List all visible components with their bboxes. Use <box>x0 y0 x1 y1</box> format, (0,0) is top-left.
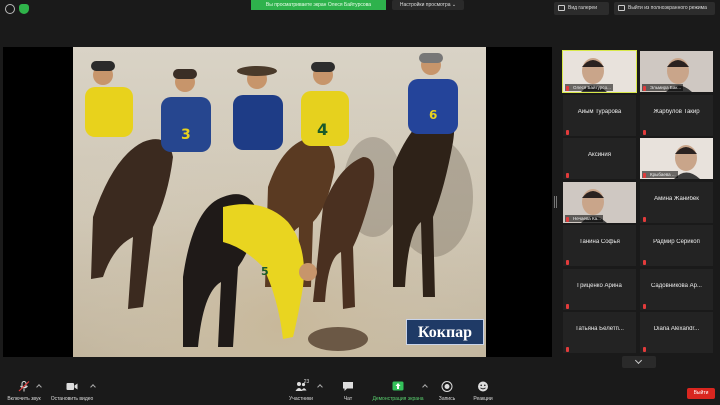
stop-video-label: Остановить видео <box>50 396 94 402</box>
participant-tile[interactable]: Diana Alexandr... <box>640 312 713 353</box>
participants-count: 23 <box>303 379 310 385</box>
chat-bubble-icon <box>343 382 353 391</box>
participant-tile[interactable]: Амина Жанибек <box>640 181 713 223</box>
muted-mic-icon <box>566 260 569 265</box>
participant-name-label: Нечаева Ка... <box>565 214 603 222</box>
chat-label: Чат <box>343 396 353 402</box>
participant-tile[interactable]: Крыбаева ... <box>640 138 713 179</box>
chat-button[interactable]: Чат <box>333 376 363 405</box>
muted-mic-icon <box>643 260 646 265</box>
svg-text:4: 4 <box>317 120 328 139</box>
gallery-view-label: Вид галереи <box>568 5 597 11</box>
share-screen-button[interactable]: Демонстрация экрана <box>368 376 428 405</box>
participant-tile[interactable]: Танина Софья <box>563 225 636 266</box>
muted-mic-icon <box>643 216 646 222</box>
participants-button[interactable]: 23 Участники <box>284 376 318 405</box>
participants-label: Участники <box>289 396 313 402</box>
shared-screen[interactable]: 3 4 6 5 Кокпар <box>3 47 552 357</box>
muted-mic-icon <box>566 347 569 352</box>
participant-tile[interactable]: Жарбулов Такир <box>640 94 713 136</box>
stop-video-button[interactable]: Остановить видео <box>48 376 96 405</box>
unmute-button[interactable]: Включить звук <box>4 376 44 405</box>
participant-tile[interactable]: Олеся Байтурсо... <box>562 50 637 93</box>
reaction-smiley-icon <box>478 381 488 392</box>
participant-name: Diana Alexandr... <box>653 326 700 332</box>
top-bar: Вы просматриваете экран Олеся Байтурсова… <box>0 0 720 18</box>
svg-text:6: 6 <box>429 108 437 122</box>
share-screen-label: Демонстрация экрана <box>372 396 424 402</box>
muted-mic-icon <box>566 303 569 309</box>
participant-name: Садовникова Ар... <box>651 282 702 289</box>
participant-tile[interactable]: Радмир Серикоп <box>640 225 713 266</box>
record-label: Запись <box>438 396 456 402</box>
mic-muted-icon <box>18 381 30 392</box>
exit-fullscreen-icon <box>618 5 625 11</box>
exit-fullscreen-label: Выйти из полноэкранного режима <box>628 5 707 11</box>
muted-mic-icon <box>643 173 646 178</box>
exit-fullscreen-button[interactable]: Выйти из полноэкранного режима <box>614 2 715 15</box>
record-button[interactable]: Запись <box>432 376 462 405</box>
reactions-label: Реакции <box>473 396 493 402</box>
gallery-view-button[interactable]: Вид галереи <box>554 2 609 15</box>
svg-text:5: 5 <box>261 265 269 278</box>
split-resize-handle[interactable] <box>554 196 557 208</box>
unmute-label: Включить звук <box>7 396 41 402</box>
muted-mic-icon <box>566 129 569 135</box>
participant-name: Радмир Серикоп <box>653 239 700 245</box>
record-icon <box>441 381 453 392</box>
presentation-slide: 3 4 6 5 Кокпар <box>73 47 486 357</box>
security-shield-icon[interactable] <box>19 4 29 14</box>
participant-tile[interactable]: Аксиния <box>563 138 636 179</box>
participant-name: Гриценко Арина <box>577 282 622 289</box>
kokpar-photo: 3 4 6 5 <box>73 47 486 357</box>
reactions-button[interactable]: Реакции <box>468 376 498 405</box>
grid-icon <box>558 5 565 11</box>
muted-mic-icon <box>566 86 569 91</box>
gallery-scroll-down-button[interactable] <box>622 356 656 368</box>
participant-name: Айым Турарова <box>577 108 622 115</box>
participant-tile[interactable]: Айым Турарова <box>563 94 636 136</box>
slide-caption: Кокпар <box>406 319 484 345</box>
leave-meeting-button[interactable]: Выйти <box>687 388 715 399</box>
participant-name-label: Эльмира Бак... <box>642 84 684 91</box>
video-camera-icon <box>66 383 78 390</box>
muted-mic-icon <box>566 173 569 178</box>
info-icon[interactable] <box>5 4 15 14</box>
share-banner: Вы просматриваете экран Олеся Байтурсова <box>251 0 386 10</box>
participant-tile[interactable]: Татьяна Белетп... <box>563 312 636 353</box>
meeting-toolbar: Включить звук Остановить видео 23 Участн… <box>0 376 720 405</box>
participant-name-label: Олеся Байтурсо... <box>565 84 613 91</box>
view-settings-button[interactable]: Настройки просмотра ⌄ <box>392 0 464 10</box>
participant-tile[interactable]: Эльмира Бак... <box>640 51 713 92</box>
participant-tile[interactable]: Гриценко Арина <box>563 268 636 310</box>
share-screen-icon <box>392 381 404 391</box>
participant-name: Татьяна Белетп... <box>575 326 624 332</box>
participant-tile[interactable]: Нечаева Ка... <box>563 181 636 223</box>
muted-mic-icon <box>643 303 646 309</box>
participants-options-caret[interactable] <box>317 384 323 390</box>
participant-name: Амина Жанибек <box>654 195 699 202</box>
participant-gallery: Олеся Байтурсо... Эльмира Бак... Айым Тура… <box>562 50 715 354</box>
participant-name: Жарбулов Такир <box>653 108 700 115</box>
muted-mic-icon <box>566 216 569 222</box>
svg-text:3: 3 <box>181 127 191 143</box>
muted-mic-icon <box>643 347 646 352</box>
participant-name: Танина Софья <box>579 239 620 245</box>
muted-mic-icon <box>643 129 646 135</box>
participant-tile[interactable]: Садовникова Ар... <box>640 268 713 310</box>
participant-name: Аксиния <box>588 152 611 158</box>
zoom-meeting-window: Вы просматриваете экран Олеся Байтурсова… <box>0 0 720 405</box>
participant-name-label: Крыбаева ... <box>642 171 678 178</box>
muted-mic-icon <box>643 86 646 91</box>
